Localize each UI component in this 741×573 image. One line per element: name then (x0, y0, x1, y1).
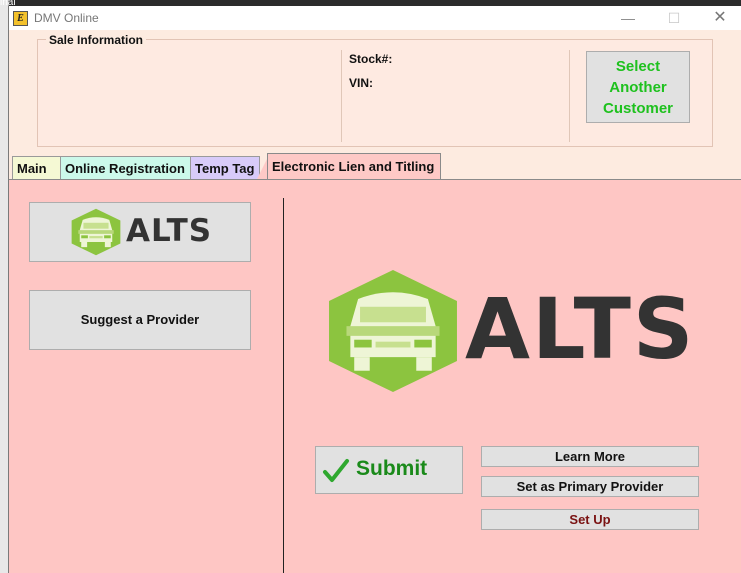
suggest-provider-button[interactable]: Suggest a Provider (29, 290, 251, 350)
vin-label: VIN: (349, 76, 373, 90)
tab-main[interactable]: Main (12, 156, 61, 180)
learn-more-button[interactable]: Learn More (481, 446, 699, 467)
alts-logo-text-small: ALTS (126, 213, 213, 249)
window-title: DMV Online (34, 11, 99, 25)
alts-provider-button[interactable]: ALTS (29, 202, 251, 262)
sale-divider-left (341, 50, 342, 142)
minimize-icon: — (621, 10, 635, 26)
dmv-online-window: E DMV Online — ☐ ✕ Sale Information Stoc… (8, 6, 741, 573)
select-another-customer-button[interactable]: Select Another Customer (586, 51, 690, 123)
minimize-button[interactable]: — (605, 6, 651, 30)
check-icon (323, 459, 349, 482)
app-icon: E (13, 11, 28, 26)
panel-vertical-divider (283, 198, 284, 573)
car-hexagon-icon (71, 208, 121, 256)
tab-temp-tag[interactable]: Temp Tag (190, 156, 260, 180)
alts-logo-text-large: ALTS (465, 280, 696, 378)
set-up-button[interactable]: Set Up (481, 509, 699, 530)
set-as-primary-provider-button[interactable]: Set as Primary Provider (481, 476, 699, 497)
electronic-lien-panel: ALTS Suggest a Provider ALTS Submit Lear… (9, 179, 741, 573)
maximize-icon: ☐ (667, 10, 681, 26)
submit-label: Submit (356, 457, 428, 480)
tab-electronic-lien-and-titling[interactable]: Electronic Lien and Titling (267, 153, 441, 181)
sale-divider-right (569, 50, 570, 142)
tab-online-registration[interactable]: Online Registration (60, 156, 191, 180)
title-bar[interactable]: E DMV Online — ☐ ✕ (9, 6, 741, 30)
car-hexagon-icon (329, 269, 457, 393)
sale-information-title: Sale Information (46, 33, 147, 47)
stock-number-label: Stock#: (349, 52, 393, 66)
close-button[interactable]: ✕ (697, 6, 741, 30)
close-icon: ✕ (713, 9, 727, 26)
submit-button[interactable]: Submit (315, 446, 463, 494)
maximize-button[interactable]: ☐ (651, 6, 697, 30)
